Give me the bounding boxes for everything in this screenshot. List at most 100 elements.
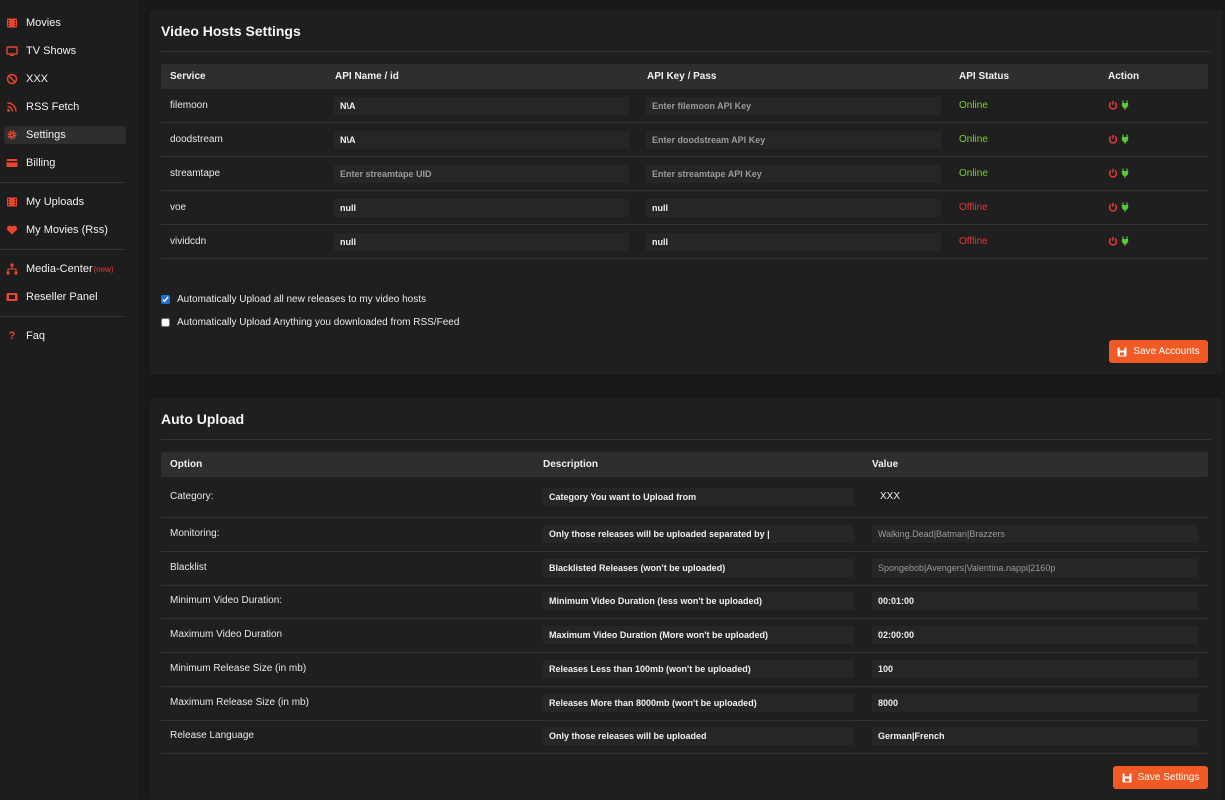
sidebar-item-movies[interactable]: Movies [4,14,126,32]
api-status: Offline [959,202,988,213]
option-label: Blacklist [170,561,207,573]
auto-upload-rss-option[interactable]: Automatically Upload Anything you downlo… [161,317,459,328]
table-row: Minimum Video Duration: Minimum Video Dur… [161,585,1208,620]
hosts-table-header: Service API Name / id API Key / Pass API… [161,64,1208,89]
sidebar-item-billing[interactable]: Billing [4,154,126,172]
table-row: Monitoring: Only those releases will be u… [161,518,1208,552]
network-icon [6,263,18,275]
power-icon[interactable] [1108,202,1118,212]
table-row: Maximum Video Duration Maximum Video Dura… [161,619,1208,654]
api-key-input[interactable] [646,233,941,251]
sidebar-item-my-movies-rss[interactable]: My Movies (Rss) [4,221,126,239]
api-name-input[interactable] [334,199,629,217]
api-key-input[interactable] [646,165,941,183]
tv-icon [6,45,18,57]
option-label: Release Language [170,730,254,742]
option-label: Maximum Video Duration [170,629,283,641]
value-input[interactable] [872,592,1198,611]
sidebar-item-media-center[interactable]: Media-Center (new) [4,260,126,278]
api-status: Online [959,134,988,145]
api-name-input[interactable] [334,97,629,115]
sidebar-item-label: My Movies (Rss) [26,224,108,236]
sidebar-item-rss-fetch[interactable]: RSS Fetch [4,98,126,116]
power-icon[interactable] [1108,168,1118,178]
sidebar-item-label: Billing [26,157,56,169]
description-box: Category You want to Upload from [543,488,854,506]
floppy-icon [1117,347,1127,356]
auto-upload-rss-checkbox[interactable] [161,318,170,327]
sidebar-item-label: Faq [26,330,45,342]
col-service: Service [170,71,206,82]
sidebar-divider [0,316,126,317]
description-box: Minimum Video Duration (less won't be up… [543,592,854,611]
auto-upload-new-label: Automatically Upload all new releases to… [177,294,427,305]
plug-icon[interactable] [1120,168,1130,178]
floppy-icon [1122,773,1132,782]
option-label: Minimum Release Size (in mb) [170,662,307,674]
table-row: Minimum Release Size (in mb) Releases Les… [161,653,1208,687]
description-box: Releases More than 8000mb (won't be uplo… [543,693,854,712]
value-input[interactable] [872,626,1198,645]
value-input[interactable] [872,727,1198,746]
service-name: filemoon [170,100,208,111]
api-name-input[interactable] [334,131,629,149]
api-status: Online [959,100,988,111]
sidebar-item-xxx[interactable]: XXX [4,70,126,88]
sidebar-item-label: Movies [26,17,61,29]
value-input[interactable] [872,693,1198,712]
api-key-input[interactable] [646,131,941,149]
sidebar-item-reseller-panel[interactable]: Reseller Panel [4,288,126,306]
col-api-key: API Key / Pass [647,71,717,82]
plug-icon[interactable] [1120,100,1130,110]
save-settings-button[interactable]: Save Settings [1113,766,1208,789]
save-accounts-button[interactable]: Save Accounts [1109,340,1208,363]
table-row: Maximum Release Size (in mb) Releases Mor… [161,687,1208,721]
sidebar-nav: Movies TV Shows XXX RSS Fetch Settings B… [0,0,138,345]
service-name: vividcdn [170,236,207,247]
video-hosts-panel: Video Hosts Settings Service API Name / … [150,10,1222,375]
row-actions [1108,134,1130,144]
auto-upload-panel: Auto Upload Option Description Value Cat… [150,398,1222,800]
sidebar-item-faq[interactable]: ? Faq [4,327,126,345]
api-key-input[interactable] [646,97,941,115]
title-divider [161,51,1211,52]
col-api-status: API Status [959,71,1010,82]
plug-icon[interactable] [1120,134,1130,144]
value-input[interactable] [872,525,1198,543]
film-icon [6,196,18,208]
sidebar: Movies TV Shows XXX RSS Fetch Settings B… [0,0,138,800]
api-key-input[interactable] [646,199,941,217]
ban-icon [6,73,18,85]
col-value: Value [872,459,899,470]
auto-upload-rss-label: Automatically Upload Anything you downlo… [177,317,460,328]
card-icon [6,157,18,169]
power-icon[interactable] [1108,134,1118,144]
row-actions [1108,100,1130,110]
table-row: Release Language Only those releases will… [161,720,1208,755]
sidebar-item-label: Settings [26,129,66,141]
api-name-input[interactable] [334,165,629,183]
table-row: streamtape Online [161,157,1208,191]
power-icon[interactable] [1108,100,1118,110]
description-box: Maximum Video Duration (More won't be up… [543,626,854,645]
power-icon[interactable] [1108,236,1118,246]
row-actions [1108,236,1130,246]
heart-icon [6,224,18,236]
question-icon: ? [8,330,16,342]
table-row: Category: Category You want to Upload fro… [161,477,1208,518]
value-input[interactable] [872,558,1198,577]
description-box: Only those releases will be uploaded [543,727,854,746]
title-divider [161,439,1211,440]
api-name-input[interactable] [334,233,629,251]
auto-upload-new-option[interactable]: Automatically Upload all new releases to… [161,294,426,305]
save-accounts-label: Save Accounts [1133,346,1200,357]
col-action: Action [1108,71,1140,82]
plug-icon[interactable] [1120,236,1130,246]
plug-icon[interactable] [1120,202,1130,212]
sidebar-item-tv-shows[interactable]: TV Shows [4,42,126,60]
value-input[interactable] [872,659,1198,678]
sidebar-item-settings[interactable]: Settings [4,126,126,144]
sidebar-item-my-uploads[interactable]: My Uploads [4,193,126,211]
auto-upload-new-checkbox[interactable] [161,295,170,304]
col-description: Description [543,459,599,470]
